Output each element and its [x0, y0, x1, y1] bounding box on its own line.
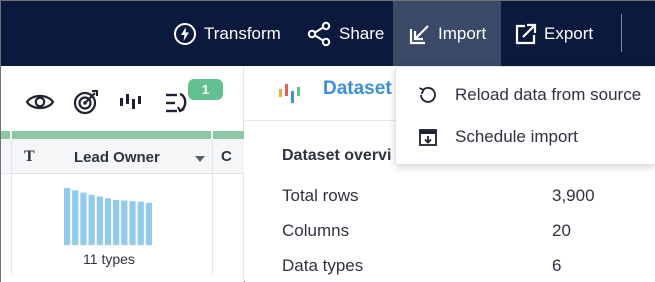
- menu-item-label: Reload data from source: [455, 85, 642, 104]
- value-histogram: [64, 188, 152, 245]
- dataset-logo-icon: [279, 84, 300, 103]
- data-grid-pane: 1 T Lead Owner C 11 types: [1, 66, 244, 282]
- stat-value: 3,900: [552, 186, 595, 205]
- column-quality-bar: [1, 131, 244, 139]
- chart-bars-icon[interactable]: [118, 90, 144, 114]
- column-name: Lead Owner: [74, 149, 160, 166]
- histogram-bar: [113, 199, 120, 245]
- histogram-bar: [137, 201, 144, 245]
- import-dropdown-menu: Reload data from source Schedule import: [395, 66, 655, 165]
- bolt-circle-icon: [174, 22, 196, 45]
- histogram-bar: [104, 198, 112, 245]
- types-count-label: 11 types: [83, 251, 135, 267]
- column-header[interactable]: T Lead Owner C: [1, 139, 244, 174]
- reload-icon: [419, 87, 436, 103]
- share-nodes-icon: [307, 21, 331, 46]
- histogram-bar: [121, 200, 128, 245]
- histogram-bar: [96, 196, 103, 245]
- export-label: Export: [544, 23, 594, 43]
- transform-label: Transform: [204, 23, 281, 43]
- top-toolbar: Transform Share Import Export: [1, 1, 655, 66]
- histogram-bar: [129, 201, 136, 245]
- import-arrow-icon: [409, 24, 429, 44]
- overview-title: Dataset overvi: [282, 147, 392, 164]
- stat-value: 20: [552, 221, 571, 240]
- stat-label: Total rows: [282, 186, 359, 205]
- rules-icon[interactable]: [163, 90, 189, 116]
- histogram-bar: [88, 194, 95, 245]
- import-button[interactable]: Import: [393, 1, 501, 66]
- import-label: Import: [438, 23, 487, 43]
- stat-label: Data types: [282, 256, 364, 275]
- share-label: Share: [339, 23, 385, 43]
- share-button[interactable]: Share: [306, 1, 384, 66]
- export-arrow-icon: [515, 23, 537, 44]
- chevron-down-icon[interactable]: [194, 155, 206, 163]
- export-button[interactable]: Export: [515, 1, 593, 66]
- transform-button[interactable]: Transform: [173, 1, 281, 66]
- stat-row-data-types: Data types 6: [282, 256, 642, 278]
- rules-count-badge: 1: [188, 79, 223, 100]
- histogram-bar: [145, 202, 152, 245]
- stat-value: 6: [552, 256, 562, 275]
- histogram-bar: [80, 192, 87, 245]
- histogram-bar: [72, 190, 79, 245]
- target-icon[interactable]: [73, 89, 99, 115]
- text-type-icon: T: [24, 148, 35, 165]
- column-summary: 11 types: [1, 175, 244, 275]
- menu-item-schedule-import[interactable]: Schedule import: [396, 115, 655, 159]
- eye-icon[interactable]: [25, 90, 55, 114]
- next-column-name: C: [221, 148, 232, 165]
- menu-item-reload-data[interactable]: Reload data from source: [396, 73, 655, 117]
- menu-item-label: Schedule import: [455, 127, 578, 146]
- stat-label: Columns: [282, 221, 350, 240]
- stat-row-columns: Columns 20: [282, 221, 642, 243]
- dataset-title: Dataset: [323, 78, 392, 99]
- calendar-download-icon: [419, 129, 437, 146]
- toolbar-divider: [621, 14, 622, 52]
- stat-row-total-rows: Total rows 3,900: [282, 186, 642, 208]
- histogram-bar: [64, 188, 71, 245]
